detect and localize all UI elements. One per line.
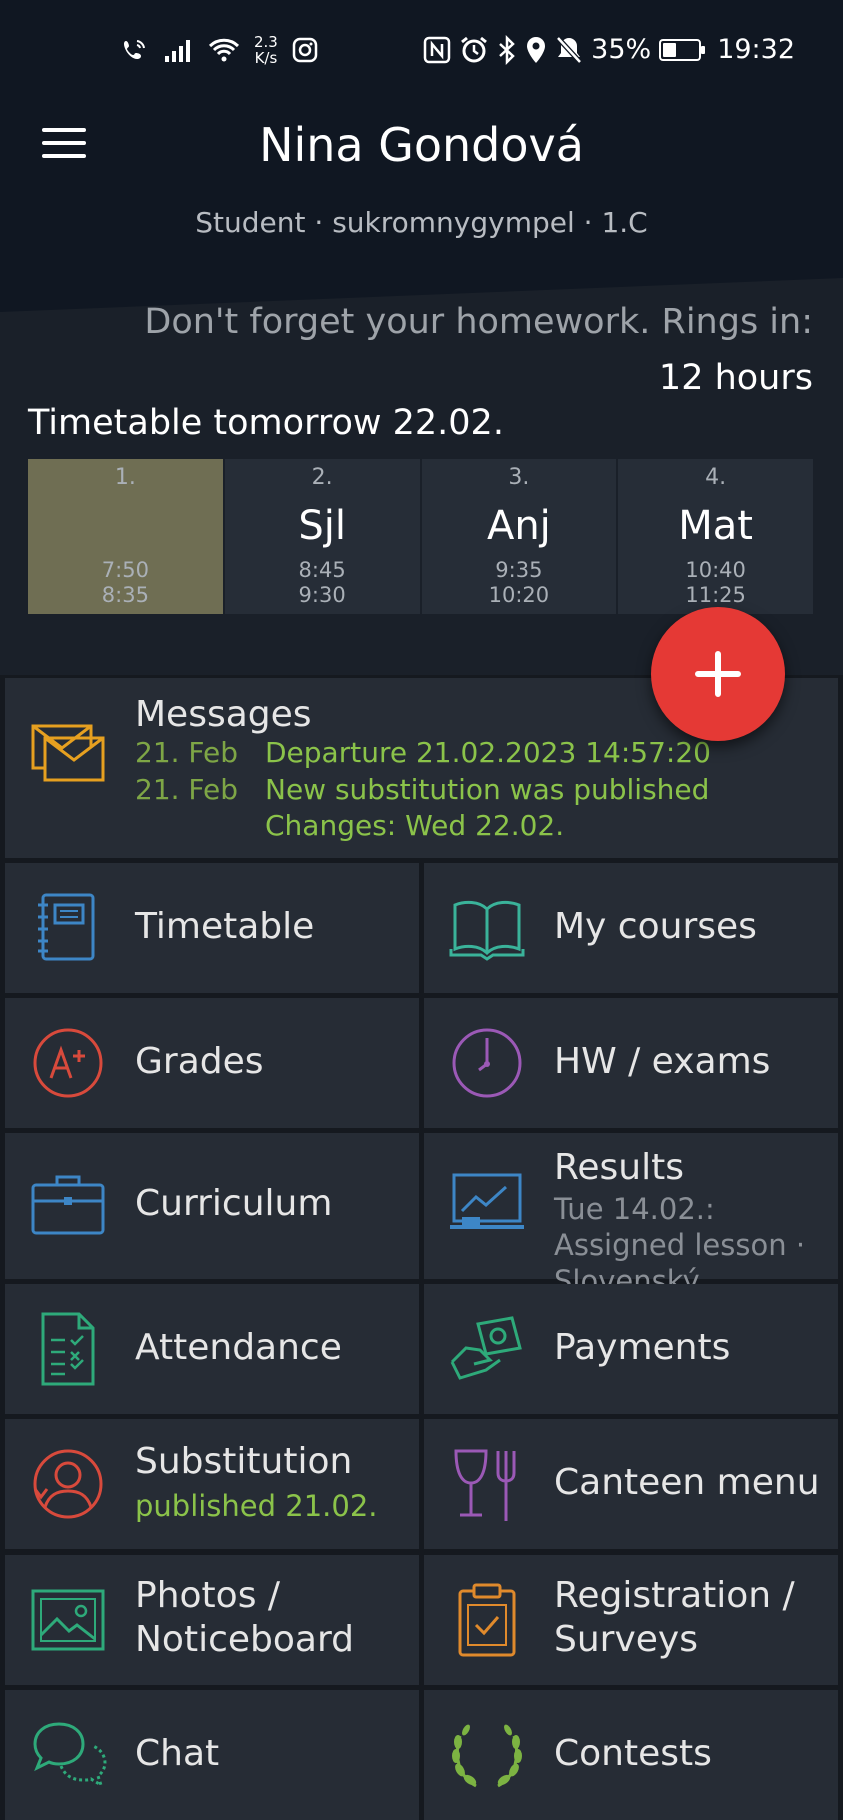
battery-icon [659,38,706,61]
battery-percent: 35% [591,34,652,65]
my-courses-tile[interactable]: My courses [424,863,838,993]
plus-icon [695,651,741,697]
user-swap-icon [33,1449,103,1519]
hw-exams-label: HW / exams [554,1041,771,1082]
attendance-tile[interactable]: Attendance [5,1284,419,1414]
message-date: 21. Feb [135,736,239,769]
wifi-calling-icon [124,40,145,59]
lesson-start: 9:35 [495,558,543,582]
lesson-subject: Mat [678,503,753,549]
timetable-tomorrow-heading: Timetable tomorrow 22.02. [28,403,504,443]
curriculum-label: Curriculum [135,1183,333,1224]
registration-label-line1: Registration / [554,1575,795,1616]
grade-a-plus-icon [33,1028,103,1098]
chat-bubbles-icon [33,1722,107,1789]
lesson-number: 3. [508,465,530,490]
message-text: New substitution was published Changes: … [265,773,710,842]
registration-tile[interactable]: Registration / Surveys [424,1555,838,1685]
nfc-icon [423,36,451,63]
timetable-tile[interactable]: Timetable [5,863,419,993]
notebook-icon [38,893,95,961]
substitution-subtitle: published 21.02. [135,1489,378,1523]
clock: 19:32 [717,34,795,65]
lesson-subject: Anj [486,503,551,549]
reminder-hours: 12 hours [658,358,813,398]
results-subtitle: Tue 14.02.: Assigned lesson · Slovenský.… [554,1192,806,1298]
image-icon [31,1589,105,1651]
lesson-number: 4. [705,465,727,490]
lesson-cell[interactable]: 1. 7:50 8:35 [28,459,223,614]
contests-label: Contests [554,1733,712,1774]
results-label: Results [554,1147,684,1188]
message-date: 21. Feb [135,773,239,806]
payments-label: Payments [554,1327,731,1368]
user-name: Nina Gondová [259,118,584,172]
message-item[interactable]: 21. Feb New substitution was published C… [135,772,835,844]
add-button[interactable] [651,607,785,741]
signal-icon [165,40,190,62]
open-book-icon [449,900,525,961]
lesson-end: 10:20 [488,583,550,607]
photos-tile[interactable]: Photos / Noticeboard [5,1555,419,1685]
homework-reminder: Don't forget your homework. Rings in: [144,302,813,342]
lesson-cell[interactable]: 3. Anj 9:35 10:20 [421,459,617,614]
registration-label-line2: Surveys [554,1619,698,1660]
attendance-label: Attendance [135,1327,342,1368]
user-subtitle: Student · sukromnygympel · 1.C [195,206,648,239]
contests-tile[interactable]: Contests [424,1690,838,1820]
canteen-tile[interactable]: Canteen menu [424,1419,838,1549]
lesson-end: 8:35 [101,583,149,607]
substitution-label: Substitution [135,1441,353,1482]
chat-label: Chat [135,1733,220,1774]
photos-label-line1: Photos / [135,1575,281,1616]
briefcase-icon [31,1175,105,1235]
grades-label: Grades [135,1041,264,1082]
location-icon [527,36,546,63]
wifi-icon [208,38,240,62]
mute-icon [556,35,583,64]
timetable-label: Timetable [135,906,315,947]
presentation-chart-icon [450,1173,524,1229]
message-item[interactable]: 21. Feb Departure 21.02.2023 14:57:20 [135,736,835,769]
laurel-wreath-icon [452,1724,522,1788]
bluetooth-icon [499,34,515,65]
chat-tile[interactable]: Chat [5,1690,419,1820]
status-bar: 2.3 K/s 35% 19:32 [0,28,843,74]
clipboard-check-icon [458,1583,516,1657]
instagram-icon [292,37,318,63]
alarm-icon [461,36,488,62]
checklist-document-icon [41,1312,95,1386]
money-hand-icon [450,1316,522,1380]
messages-label: Messages [135,694,312,735]
lesson-number: 1. [114,465,136,490]
canteen-label: Canteen menu [554,1462,820,1503]
network-speed: 2.3 K/s [254,33,278,67]
lesson-cell[interactable]: 4. Mat 10:40 11:25 [618,459,813,614]
message-text: Departure 21.02.2023 14:57:20 [265,736,711,769]
substitution-tile[interactable]: Substitution published 21.02. [5,1419,419,1549]
payments-tile[interactable]: Payments [424,1284,838,1414]
photos-label-line2: Noticeboard [135,1619,354,1660]
my-courses-label: My courses [554,906,757,947]
results-tile[interactable]: Results Tue 14.02.: Assigned lesson · Sl… [424,1133,838,1298]
clock-icon [452,1028,522,1098]
lesson-number: 2. [311,465,333,490]
lesson-start: 10:40 [685,558,746,582]
lesson-start: 7:50 [101,558,149,582]
grades-tile[interactable]: Grades [5,998,419,1128]
lessons-strip: 1. 7:50 8:35 2. Sjl 8:45 9:30 3. Anj 9:3… [28,459,813,614]
lesson-start: 8:45 [298,558,346,582]
hw-exams-tile[interactable]: HW / exams [424,998,838,1128]
lesson-end: 11:25 [685,583,746,607]
curriculum-tile[interactable]: Curriculum [5,1133,419,1279]
lesson-cell[interactable]: 2. Sjl 8:45 9:30 [224,459,420,614]
lesson-end: 9:30 [298,583,346,607]
envelope-icon [31,724,105,782]
lesson-subject: Sjl [298,503,346,549]
glass-fork-icon [454,1449,516,1521]
